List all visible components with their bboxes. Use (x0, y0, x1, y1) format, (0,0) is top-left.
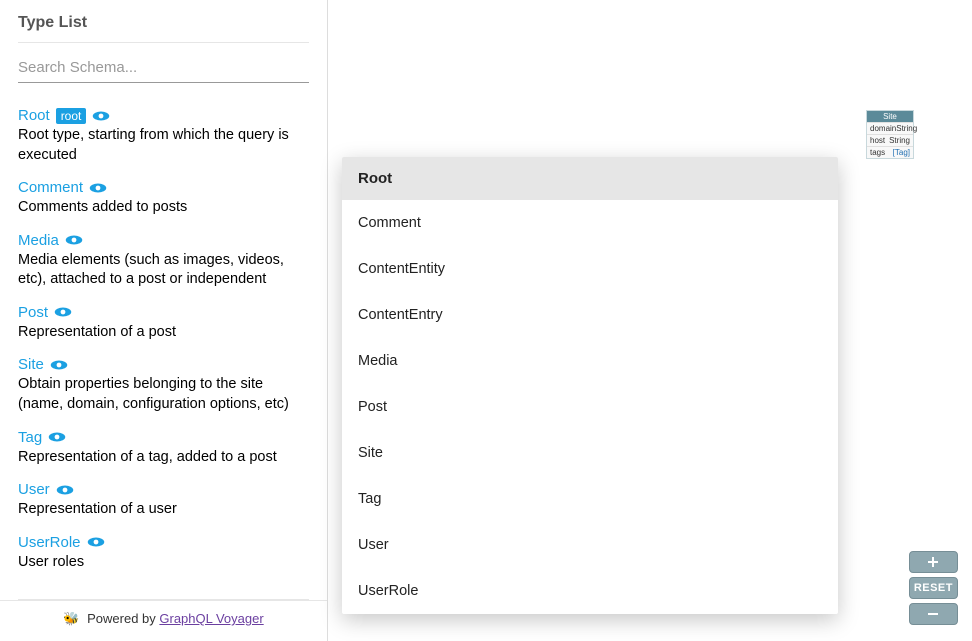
dropdown-item[interactable]: Site (342, 430, 838, 476)
dropdown-item[interactable]: User (342, 522, 838, 568)
graph-field-row[interactable]: tags[Tag] (867, 146, 913, 158)
graph-edges (328, 0, 628, 150)
dropdown-item[interactable]: Media (342, 338, 838, 384)
type-name-link[interactable]: UserRole (18, 534, 81, 551)
graph-node-site[interactable]: Site domainStringhostStringtags[Tag] (866, 110, 914, 159)
type-item: UserRole User roles (18, 534, 309, 573)
eye-icon[interactable] (92, 110, 110, 122)
type-description: Media elements (such as images, videos, … (18, 251, 309, 290)
type-description: Representation of a tag, added to a post (18, 448, 309, 468)
eye-icon[interactable] (56, 484, 74, 496)
type-description: Comments added to posts (18, 198, 309, 218)
eye-icon[interactable] (89, 182, 107, 194)
type-name-link[interactable]: Post (18, 304, 48, 321)
dropdown-selected[interactable]: Root (342, 157, 838, 200)
zoom-reset-button[interactable]: RESET (909, 577, 958, 599)
graph-field-row[interactable]: hostString (867, 134, 913, 146)
footer: 🐝 Powered by GraphQL Voyager (0, 600, 327, 641)
eye-icon[interactable] (87, 536, 105, 548)
sidebar-title: Type List (0, 0, 327, 42)
type-name-link[interactable]: User (18, 481, 50, 498)
graph-field-row[interactable]: domainString (867, 122, 913, 134)
zoom-controls: RESET (909, 551, 958, 625)
dropdown-item[interactable]: Comment (342, 200, 838, 246)
search-input[interactable] (18, 53, 309, 83)
dropdown-item[interactable]: UserRole (342, 568, 838, 614)
eye-icon[interactable] (65, 234, 83, 246)
type-name-link[interactable]: Comment (18, 179, 83, 196)
eye-icon[interactable] (48, 431, 66, 443)
type-name-link[interactable]: Site (18, 356, 44, 373)
type-description: User roles (18, 553, 309, 573)
divider (18, 42, 309, 43)
type-item: Tag Representation of a tag, added to a p… (18, 429, 309, 468)
type-description: Root type, starting from which the query… (18, 126, 309, 165)
graph-node-title: Site (867, 111, 913, 122)
type-name-link[interactable]: Media (18, 232, 59, 249)
eye-icon[interactable] (50, 359, 68, 371)
type-name-link[interactable]: Tag (18, 429, 42, 446)
dropdown-item[interactable]: Tag (342, 476, 838, 522)
eye-icon[interactable] (54, 306, 72, 318)
dropdown-item[interactable]: Post (342, 384, 838, 430)
type-item: Comment Comments added to posts (18, 179, 309, 218)
type-item: Media Media elements (such as images, vid… (18, 232, 309, 290)
zoom-out-button[interactable] (909, 603, 958, 625)
type-item: Root root Root type, starting from which t… (18, 107, 309, 165)
powered-by-prefix: Powered by (87, 611, 159, 626)
type-dropdown[interactable]: Root CommentContentEntityContentEntryMed… (342, 157, 838, 614)
dropdown-item[interactable]: ContentEntity (342, 246, 838, 292)
type-description: Representation of a post (18, 323, 309, 343)
voyager-link[interactable]: GraphQL Voyager (159, 611, 263, 626)
type-list[interactable]: Root root Root type, starting from which t… (0, 87, 327, 599)
dropdown-item[interactable]: ContentEntry (342, 292, 838, 338)
bee-icon: 🐝 (63, 611, 79, 627)
root-badge: root (56, 108, 87, 124)
type-item: Site Obtain properties belonging to the s… (18, 356, 309, 414)
type-description: Representation of a user (18, 500, 309, 520)
type-name-link[interactable]: Root (18, 107, 50, 124)
zoom-in-button[interactable] (909, 551, 958, 573)
type-item: User Representation of a user (18, 481, 309, 520)
type-description: Obtain properties belonging to the site … (18, 375, 309, 414)
sidebar: Type List Root root Root type, starting fr… (0, 0, 328, 641)
type-item: Post Representation of a post (18, 304, 309, 343)
